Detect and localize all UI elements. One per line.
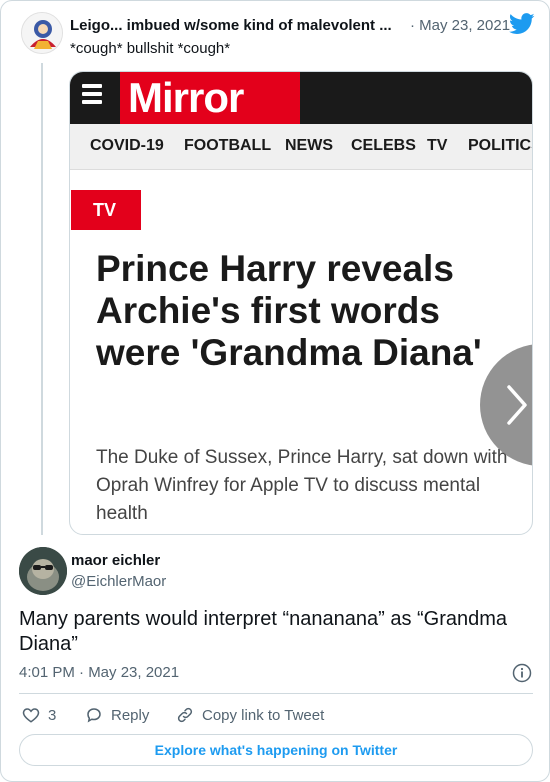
- nav-item-news: NEWS: [285, 137, 333, 154]
- hamburger-menu-icon: [82, 82, 104, 112]
- thread-connector-line: [41, 63, 43, 535]
- tweet-timestamp[interactable]: 4:01 PM · May 23, 2021: [19, 664, 179, 681]
- quoted-author-name[interactable]: Leigo... imbued w/some kind of malevolen…: [70, 17, 392, 34]
- copy-link-label: Copy link to Tweet: [202, 706, 325, 724]
- nav-item-covid: COVID-19: [90, 137, 164, 154]
- twitter-bird-icon[interactable]: [509, 13, 535, 35]
- info-icon[interactable]: [512, 663, 532, 683]
- nav-item-celebs: CELEBS: [351, 137, 416, 154]
- reply-label: Reply: [111, 706, 150, 724]
- reply-bubble-icon: [87, 708, 101, 723]
- quoted-tweet-date[interactable]: · May 23, 2021: [410, 17, 510, 34]
- author-avatar[interactable]: [19, 547, 67, 595]
- divider: [19, 693, 533, 694]
- author-handle[interactable]: @EichlerMaor: [71, 573, 166, 590]
- heart-icon: [22, 708, 40, 723]
- nav-item-tv: TV: [427, 137, 448, 154]
- reply-button[interactable]: Reply: [85, 704, 149, 726]
- nav-item-football: FOOTBALL: [184, 137, 272, 154]
- chevron-right-icon: [507, 385, 527, 425]
- embedded-article-image[interactable]: Mirror COVID-19 FOOTBALL NEWS CELEBS TV …: [69, 71, 533, 535]
- article-standfirst: The Duke of Sussex, Prince Harry, sat do…: [96, 447, 508, 524]
- author-name[interactable]: maor eichler: [71, 552, 160, 569]
- copy-link-button[interactable]: Copy link to Tweet: [176, 704, 324, 726]
- quoted-tweet-text: *cough* bullshit *cough*: [70, 40, 231, 57]
- article-headline: Prince Harry reveals Archie's first word…: [96, 248, 482, 373]
- mirror-nav-bar: COVID-19 FOOTBALL NEWS CELEBS TV POLITIC…: [70, 124, 532, 170]
- tweet-actions: 3 Reply Copy link to Tweet: [19, 704, 533, 726]
- section-badge: TV: [71, 190, 141, 230]
- link-icon: [177, 707, 193, 723]
- quoted-tweet-header: Leigo... imbued w/some kind of malevolen…: [70, 17, 530, 37]
- tweet-text: Many parents would interpret “nananana” …: [19, 608, 508, 655]
- tweet-card: Leigo... imbued w/some kind of malevolen…: [0, 0, 550, 782]
- mirror-logo: Mirror: [120, 72, 300, 124]
- like-count: 3: [48, 706, 57, 724]
- explore-twitter-button[interactable]: Explore what's happening on Twitter: [19, 734, 533, 766]
- nav-item-politics: POLITICS: [468, 137, 532, 154]
- mirror-header: Mirror: [70, 72, 532, 124]
- like-button[interactable]: 3: [22, 704, 56, 726]
- quoted-author-avatar[interactable]: [21, 12, 63, 54]
